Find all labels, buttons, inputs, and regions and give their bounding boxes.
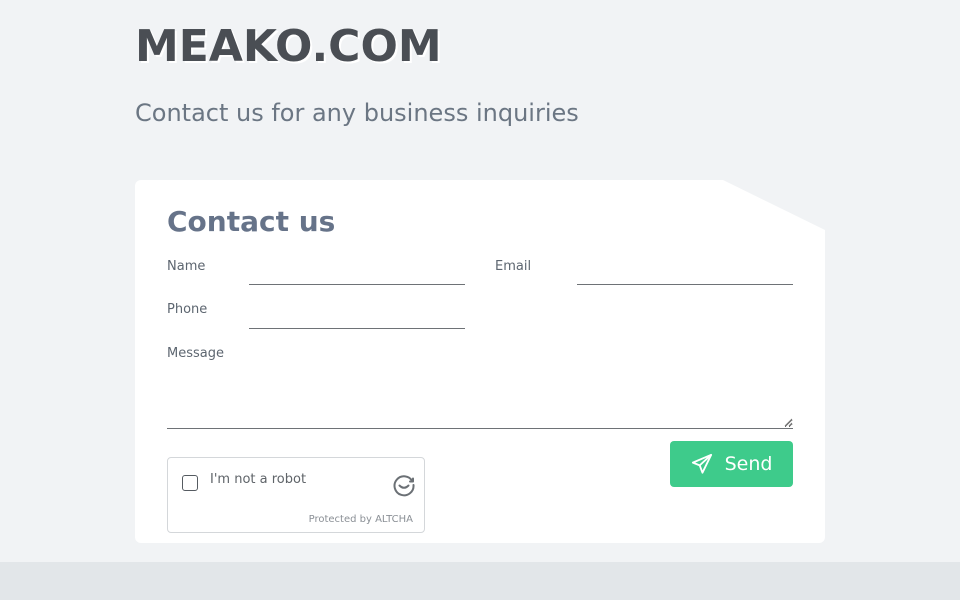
email-field[interactable] [577,260,793,285]
captcha-label: I'm not a robot [210,472,307,487]
altcha-logo-icon [393,475,415,497]
name-field[interactable] [249,260,465,285]
captcha-checkbox[interactable] [182,475,198,491]
email-label: Email [495,259,532,274]
message-label: Message [167,346,224,361]
send-button-label: Send [724,453,773,475]
footer-band [0,562,960,600]
phone-label: Phone [167,302,208,317]
paper-plane-icon [691,453,713,475]
form-title: Contact us [167,205,336,238]
resize-handle-icon[interactable] [784,418,793,427]
contact-form-card: Contact us Name Email Phone Message I'm … [135,180,825,543]
message-field[interactable] [167,374,793,429]
site-title: MEAKO.COM [135,21,442,72]
send-button[interactable]: Send [670,441,793,487]
name-label: Name [167,259,206,274]
page-subtitle: Contact us for any business inquiries [135,99,579,127]
captcha-footer: Protected by ALTCHA [308,514,413,525]
phone-field[interactable] [249,304,465,329]
captcha-widget: I'm not a robot Protected by ALTCHA [167,457,425,533]
